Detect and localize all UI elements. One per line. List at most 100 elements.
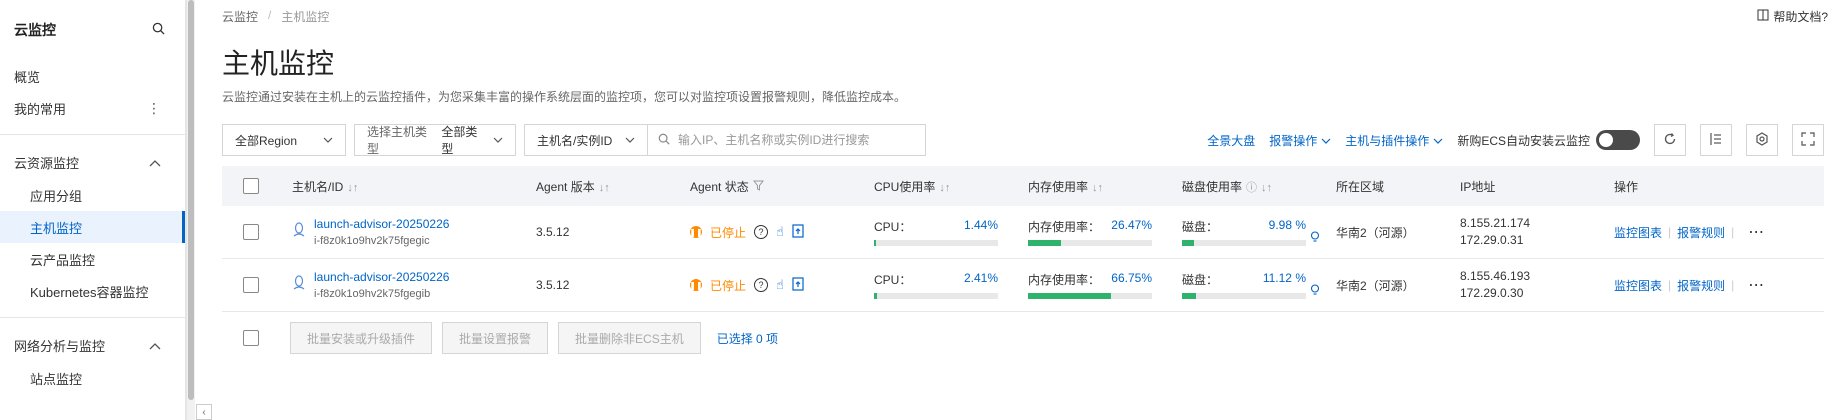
cpu-value[interactable]: 1.44% [964,218,998,235]
cpu-cell: CPU： 2.41% [874,271,1028,299]
row-checkbox[interactable] [243,277,259,293]
public-ip: 8.155.21.174 [1460,216,1531,230]
host-type-select[interactable]: 选择主机类型 全部类型 [354,124,516,156]
footer-select-all-checkbox[interactable] [243,330,259,346]
sidebar-item-label: 我的常用 [14,101,67,117]
dashboard-link[interactable]: 全景大盘 [1207,132,1255,149]
breadcrumb-item[interactable]: 云监控 [222,8,258,25]
info-icon[interactable]: ⓘ [1246,182,1257,194]
public-ip: 8.155.46.193 [1460,269,1531,283]
sidebar-item-cloud-product[interactable]: 云产品监控 [0,243,185,275]
header-name[interactable]: 主机名/ID ↓↑ [280,178,536,195]
host-name-link[interactable]: launch-advisor-20250226 [314,270,449,284]
fullscreen-button[interactable] [1792,124,1824,156]
sidebar-group-cloud-resource[interactable]: 云资源监控 [0,145,185,179]
sidebar-item-favorites[interactable]: 我的常用 ⋮ [0,92,185,124]
alarm-rule-link[interactable]: 报警规则 [1677,224,1725,241]
sidebar-scrollbar[interactable] [186,0,195,420]
cpu-label: CPU： [874,273,912,287]
more-horizontal-icon[interactable]: ⋯ [1748,275,1764,295]
auto-install-toggle[interactable] [1596,130,1640,150]
search-field-value: 主机名/实例ID [537,133,613,148]
help-icon[interactable]: ? [754,225,769,239]
upload-icon[interactable] [792,276,804,294]
bulk-delete-button[interactable]: 批量删除非ECS主机 [558,322,701,354]
header-label: CPU使用率 [874,179,936,194]
scrollbar-thumb[interactable] [188,0,194,400]
sort-icon[interactable]: ↓↑ [939,182,950,194]
alarm-rule-link[interactable]: 报警规则 [1677,277,1725,294]
hand-icon[interactable]: ☝ [776,277,784,293]
alarm-ops-label: 报警操作 [1269,133,1318,148]
sidebar-item-label: 云产品监控 [30,252,96,268]
sidebar-header: 云监控 [0,0,185,60]
sidebar-group-network[interactable]: 网络分析与监控 [0,328,185,362]
bulb-icon[interactable] [1310,284,1320,299]
sidebar-item-kubernetes[interactable]: Kubernetes容器监控 [0,275,185,307]
host-type-value: 全部类型 [441,125,478,156]
region-select[interactable]: 全部Region [222,124,346,156]
mem-value[interactable]: 26.47% [1111,218,1152,235]
upload-icon[interactable] [792,223,804,241]
alarm-ops-dropdown[interactable]: 报警操作 [1269,132,1331,149]
auto-install-label: 新购ECS自动安装云监控 [1457,133,1590,148]
mem-value[interactable]: 66.75% [1111,271,1152,288]
sort-icon[interactable]: ↓↑ [1092,182,1103,194]
help-doc-link[interactable]: 帮助文档? [1757,8,1828,25]
disk-bar [1182,293,1306,299]
sort-icon[interactable]: ↓↑ [347,182,358,194]
refresh-button[interactable] [1654,124,1686,156]
mem-cell: 内存使用率： 66.75% [1028,271,1182,299]
sidebar-group-label: 云资源监控 [14,155,80,171]
host-plugin-ops-dropdown[interactable]: 主机与插件操作 [1345,132,1443,149]
sidebar-item-overview[interactable]: 概览 [0,60,185,92]
host-name-link[interactable]: launch-advisor-20250226 [314,217,449,231]
select-all-checkbox[interactable] [243,178,259,194]
sidebar-item-site-monitor[interactable]: 站点监控 [0,362,185,394]
header-ip: IP地址 [1460,178,1614,195]
sort-icon[interactable]: ↓↑ [1261,182,1272,194]
monitor-chart-link[interactable]: 监控图表 [1614,277,1662,294]
disk-bar [1182,240,1306,246]
cpu-value[interactable]: 2.41% [964,271,998,288]
settings-button[interactable] [1746,124,1778,156]
cpu-label: CPU： [874,220,912,234]
header-disk[interactable]: 磁盘使用率 ⓘ ↓↑ [1182,178,1336,195]
header-cpu[interactable]: CPU使用率 ↓↑ [874,178,1028,195]
chevron-down-icon [625,135,635,146]
sidebar-title: 云监控 [14,22,56,38]
bulb-icon[interactable] [1310,231,1320,246]
disk-value[interactable]: 11.12 % [1263,271,1306,288]
search-input[interactable] [678,133,908,147]
column-settings-button[interactable] [1700,124,1732,156]
more-vertical-icon[interactable]: ⋮ [147,100,161,117]
bulk-install-button[interactable]: 批量安装或升级插件 [290,322,433,354]
op-cell: 监控图表 | 报警规则 | ⋯ [1614,275,1814,295]
gear-icon [1755,131,1769,149]
header-op: 操作 [1614,178,1814,195]
agent-state: 已停止 [710,278,747,293]
header-state[interactable]: Agent 状态 [690,178,874,195]
row-checkbox[interactable] [243,224,259,240]
table-row: launch-advisor-20250226 i-f8z0k1o9hv2k75… [222,259,1824,312]
filter-icon[interactable] [752,180,764,194]
search-icon[interactable] [152,22,165,38]
collapse-sidebar-icon[interactable]: ‹ [196,404,212,420]
mem-bar-fill [1028,293,1111,299]
sort-icon[interactable]: ↓↑ [599,182,610,194]
sidebar-item-host-monitor[interactable]: 主机监控 [0,211,185,243]
search-field-select[interactable]: 主机名/实例ID [524,124,648,156]
fullscreen-icon [1801,131,1815,149]
disk-value[interactable]: 9.98 % [1269,218,1306,235]
sidebar-item-app-group[interactable]: 应用分组 [0,179,185,211]
hand-icon[interactable]: ☝ [776,224,784,240]
more-horizontal-icon[interactable]: ⋯ [1748,222,1764,242]
help-icon[interactable]: ? [754,278,769,292]
header-agent[interactable]: Agent 版本 ↓↑ [536,178,690,195]
monitor-chart-link[interactable]: 监控图表 [1614,224,1662,241]
bulk-alarm-button[interactable]: 批量设置报警 [442,322,549,354]
host-table: 主机名/ID ↓↑ Agent 版本 ↓↑ Agent 状态 CPU使用率 ↓↑ 内存… [222,166,1824,312]
ip-cell: 8.155.46.193 172.29.0.30 [1460,268,1614,302]
host-id: i-f8z0k1o9hv2k75fgegic [314,235,430,247]
header-mem[interactable]: 内存使用率 ↓↑ [1028,178,1182,195]
